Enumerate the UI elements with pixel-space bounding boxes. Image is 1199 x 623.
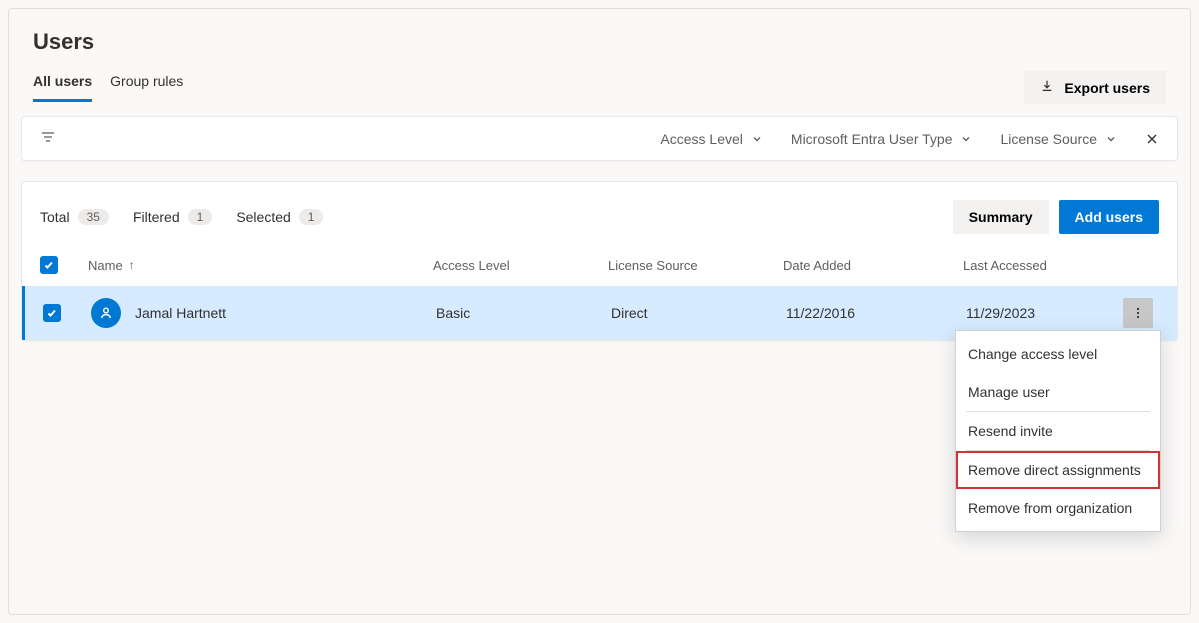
avatar — [91, 298, 121, 328]
stat-count: 1 — [188, 209, 213, 225]
stat-label: Total — [40, 209, 70, 225]
menu-resend-invite[interactable]: Resend invite — [956, 412, 1160, 450]
filter-bar: Access Level Microsoft Entra User Type L… — [21, 116, 1178, 161]
more-actions-button[interactable] — [1123, 298, 1153, 328]
table-header: Name ↑ Access Level License Source Date … — [22, 248, 1177, 286]
context-menu: Change access level Manage user Resend i… — [955, 330, 1161, 532]
select-all-checkbox[interactable] — [40, 256, 58, 274]
row-checkbox[interactable] — [43, 304, 61, 322]
stat-count: 1 — [299, 209, 324, 225]
stat-selected: Selected 1 — [236, 209, 323, 225]
users-table-card: Total 35 Filtered 1 Selected 1 Summary A… — [21, 181, 1178, 341]
cell-license-source: Direct — [611, 305, 786, 321]
chevron-down-icon — [1105, 133, 1117, 145]
add-users-button[interactable]: Add users — [1059, 200, 1159, 234]
cell-access-level: Basic — [436, 305, 611, 321]
sort-ascending-icon: ↑ — [129, 258, 135, 272]
filter-icon[interactable] — [40, 129, 56, 148]
stat-filtered: Filtered 1 — [133, 209, 212, 225]
users-page: Users All users Group rules Export users… — [8, 8, 1191, 615]
menu-remove-from-organization[interactable]: Remove from organization — [956, 489, 1160, 527]
stats-row: Total 35 Filtered 1 Selected 1 Summary A… — [22, 182, 1177, 248]
filter-license-source[interactable]: License Source — [1000, 131, 1117, 147]
chevron-down-icon — [751, 133, 763, 145]
tab-row: All users Group rules Export users — [33, 71, 1166, 104]
filter-entra-user-type[interactable]: Microsoft Entra User Type — [791, 131, 973, 147]
col-header-last-accessed[interactable]: Last Accessed — [963, 258, 1123, 273]
col-header-name[interactable]: Name ↑ — [78, 258, 433, 273]
col-header-date-added[interactable]: Date Added — [783, 258, 963, 273]
stat-total: Total 35 — [40, 209, 109, 225]
cell-last-accessed: 11/29/2023 — [966, 305, 1123, 321]
menu-change-access-level[interactable]: Change access level — [956, 335, 1160, 373]
filter-label: Access Level — [660, 131, 742, 147]
menu-remove-direct-assignments[interactable]: Remove direct assignments — [956, 451, 1160, 489]
page-title: Users — [33, 29, 1178, 55]
col-header-access-level[interactable]: Access Level — [433, 258, 608, 273]
export-label: Export users — [1064, 80, 1150, 96]
col-label: Name — [88, 258, 123, 273]
menu-manage-user[interactable]: Manage user — [956, 373, 1160, 411]
tabs: All users Group rules — [33, 73, 183, 102]
summary-button[interactable]: Summary — [953, 200, 1049, 234]
download-icon — [1040, 79, 1054, 96]
chevron-down-icon — [960, 133, 972, 145]
col-header-license-source[interactable]: License Source — [608, 258, 783, 273]
close-icon[interactable] — [1145, 132, 1159, 146]
cell-date-added: 11/22/2016 — [786, 305, 966, 321]
filter-label: License Source — [1000, 131, 1097, 147]
stat-count: 35 — [78, 209, 109, 225]
tab-group-rules[interactable]: Group rules — [110, 73, 183, 102]
filter-access-level[interactable]: Access Level — [660, 131, 762, 147]
stat-label: Selected — [236, 209, 290, 225]
stat-label: Filtered — [133, 209, 180, 225]
user-name: Jamal Hartnett — [135, 305, 226, 321]
filter-label: Microsoft Entra User Type — [791, 131, 953, 147]
tab-all-users[interactable]: All users — [33, 73, 92, 102]
export-users-button[interactable]: Export users — [1024, 71, 1166, 104]
